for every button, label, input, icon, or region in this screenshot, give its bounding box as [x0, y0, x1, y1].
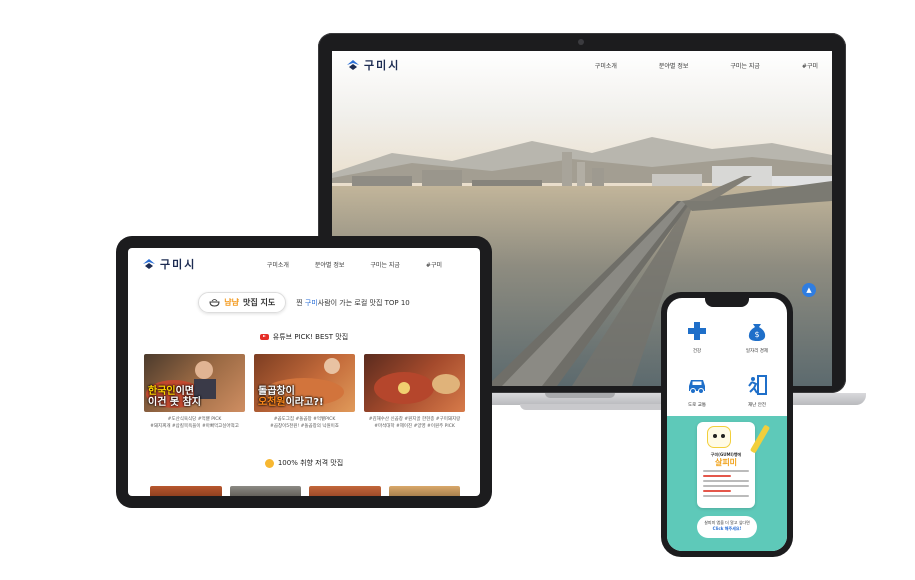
service-grid: 건강 $ 일자리 경제 도로 교통 재난 안전	[667, 310, 787, 418]
phone-device: 건강 $ 일자리 경제 도로 교통 재난 안전 구미(GUMI)행에 살피미 살…	[661, 292, 793, 557]
caption-line2-highlight: 오천원	[258, 397, 286, 408]
card-tags: #곱도그집 #돌곱창 #먹뱉PICK #곱창이5천원! #돌곱창의 낙원이죠	[270, 417, 339, 429]
taste-section-label: 100% 취향 저격 맛집	[277, 459, 344, 467]
youtube-card-list: 한국인이면 이건 못 참지 #도산식육식당 #먹뱉 PICK #돼지찌개 #삼킬…	[144, 354, 465, 430]
promo-detail-lines	[703, 470, 749, 500]
tablet-device: 구미시 구미소개 분야별 정보 구미는 지금 #구미 냠냠 맛집 지도 찐 구미…	[116, 236, 492, 508]
laptop-menu-hashtag[interactable]: #구미	[802, 61, 818, 70]
card-tags: #도산식육식당 #먹뱉 PICK #돼지찌개 #삼킬목욕을이 #아빠먹고싶어떡고	[150, 417, 239, 429]
laptop-menu-info[interactable]: 분야별 정보	[659, 61, 689, 70]
map-header: 냠냠 맛집 지도 찐 구미사람이 가는 로컬 맛집 TOP 10	[128, 292, 480, 313]
laptop-menu-now[interactable]: 구미는 지금	[730, 61, 760, 70]
tablet-menu-about[interactable]: 구미소개	[267, 260, 289, 269]
bowl-icon	[209, 299, 220, 307]
tablet-menu-now[interactable]: 구미는 지금	[370, 260, 400, 269]
laptop-notch	[545, 393, 615, 398]
service-economy[interactable]: $ 일자리 경제	[727, 310, 787, 364]
tablet-menu-hashtag[interactable]: #구미	[426, 260, 442, 269]
promo-button-line2: Click 해주세요!	[712, 526, 742, 531]
taste-card[interactable]	[150, 486, 222, 496]
card-caption: 돌곱창이 오천원이라고?!	[258, 386, 355, 408]
phone-notch	[705, 298, 749, 307]
food-map-pill[interactable]: 냠냠 맛집 지도	[198, 292, 287, 313]
tablet-logo[interactable]: 구미시	[142, 256, 196, 272]
device-mockup-stage: 구미시 구미소개 분야별 정보 구미는 지금 #구미 ▲ 구미시 구미소개 분야…	[0, 0, 915, 580]
tablet-logo-text: 구미시	[160, 258, 197, 271]
taste-card[interactable]	[229, 486, 301, 496]
card-caption: 한국인이면 이건 못 참지	[148, 386, 245, 408]
caption-line2: 이건 못 참지	[148, 397, 201, 408]
tablet-navbar: 구미시 구미소개 분야별 정보 구미는 지금 #구미	[128, 248, 480, 280]
card-tags: #김해수산 신곱창 #원지골 한현종 #구미돼지랑 #마석대학 #헤이진 #양영…	[368, 417, 461, 429]
medical-cross-icon	[688, 322, 706, 340]
thumbnail-photo	[374, 372, 460, 404]
restaurant-card[interactable]: 한국인이면 이건 못 참지 #도산식육식당 #먹뱉 PICK #돼지찌개 #삼킬…	[144, 354, 245, 430]
gumi-logo-icon	[143, 259, 155, 269]
tablet-menu-info[interactable]: 분야별 정보	[315, 260, 345, 269]
tagline-suffix: 사람이 가는 로컬 맛집 TOP 10	[317, 298, 410, 307]
tagline-highlight: 구미	[304, 298, 318, 307]
laptop-menu-about[interactable]: 구미소개	[595, 61, 617, 70]
service-traffic-label: 도로 교통	[688, 403, 706, 408]
food-map-label: 맛집 지도	[242, 298, 276, 307]
taste-card[interactable]	[309, 486, 381, 496]
gumi-logo-icon	[347, 60, 359, 70]
smile-emoji-icon	[264, 458, 274, 468]
restaurant-card[interactable]: 돌곱창이 오천원이라고?! #곱도그집 #돌곱창 #먹뱉PICK #곱창이5천원…	[254, 354, 355, 430]
promo-click-button[interactable]: 살피미 앱을 더 알고 싶다면 Click 해주세요!	[697, 516, 757, 538]
service-economy-label: 일자리 경제	[745, 349, 769, 354]
card-thumbnail: 한국인이면 이건 못 참지	[144, 354, 245, 412]
youtube-section-label: 유튜브 PICK! BEST 맛집	[272, 333, 349, 341]
taste-card[interactable]	[388, 486, 460, 496]
caption-line1: 돌곱창이	[258, 386, 295, 397]
promo-card[interactable]: 구미(GUMI)행에 살피미	[697, 422, 755, 508]
taste-section-title: 100% 취향 저격 맛집	[128, 458, 480, 468]
service-health-label: 건강	[692, 349, 702, 354]
youtube-section-title: 유튜브 PICK! BEST 맛집	[128, 332, 480, 342]
tablet-screen: 구미시 구미소개 분야별 정보 구미는 지금 #구미 냠냠 맛집 지도 찐 구미…	[128, 248, 480, 496]
caption-line1-highlight: 한국인	[148, 386, 176, 397]
svg-text:$: $	[754, 330, 759, 339]
service-safety-label: 재난 안전	[748, 403, 766, 408]
service-safety[interactable]: 재난 안전	[727, 364, 787, 418]
caption-line2: 이라고?!	[285, 397, 324, 408]
tagline: 찐 구미사람이 가는 로컬 맛집 TOP 10	[296, 298, 410, 308]
card-thumbnail	[364, 354, 465, 412]
service-traffic[interactable]: 도로 교통	[667, 364, 727, 418]
laptop-navbar: 구미시 구미소개 분야별 정보 구미는 지금 #구미	[332, 51, 832, 79]
mascot-icon	[707, 426, 731, 448]
tablet-menu: 구미소개 분야별 정보 구미는 지금 #구미	[267, 260, 466, 269]
restaurant-card[interactable]: #김해수산 신곱창 #원지골 한현종 #구미돼지랑 #마석대학 #헤이진 #양영…	[364, 354, 465, 430]
youtube-icon	[259, 334, 269, 340]
laptop-menu: 구미소개 분야별 정보 구미는 지금 #구미	[595, 61, 818, 70]
laptop-camera	[578, 39, 584, 45]
tagline-prefix: 찐	[296, 298, 305, 307]
money-bag-icon: $	[748, 324, 766, 341]
phone-screen: 건강 $ 일자리 경제 도로 교통 재난 안전 구미(GUMI)행에 살피미 살…	[667, 298, 787, 551]
taste-card-list	[150, 486, 460, 496]
promo-banner: 구미(GUMI)행에 살피미 살피미 앱을 더 알고 싶다면 Click 해주세…	[667, 416, 787, 551]
card-thumbnail: 돌곱창이 오천원이라고?!	[254, 354, 355, 412]
laptop-foot	[520, 404, 670, 410]
caption-line1: 이면	[175, 386, 195, 397]
emergency-exit-icon	[748, 375, 767, 395]
promo-title: 살피미	[714, 458, 738, 467]
service-health[interactable]: 건강	[667, 310, 727, 364]
food-map-highlight: 냠냠	[224, 298, 239, 307]
laptop-logo-text: 구미시	[364, 59, 401, 72]
car-icon	[689, 380, 705, 394]
laptop-logo[interactable]: 구미시	[346, 57, 400, 73]
scroll-top-button[interactable]: ▲	[802, 283, 816, 297]
